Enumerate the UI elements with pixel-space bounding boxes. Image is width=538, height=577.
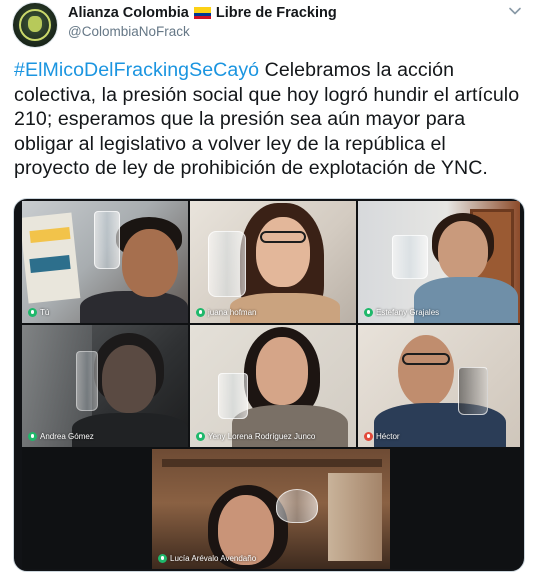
microphone-icon [364, 308, 373, 317]
avatar-logo-figure [28, 16, 42, 32]
video-call-grid: Tú juana hofman Estefany Grajales Andrea… [22, 201, 520, 569]
microphone-icon [28, 308, 37, 317]
microphone-icon [28, 432, 37, 441]
participant-name: Héctor [376, 432, 400, 441]
participant-label: juana hofman [196, 308, 256, 317]
person-face [256, 217, 310, 287]
raised-glass [94, 211, 120, 269]
person-face [256, 337, 308, 405]
person-face [122, 229, 178, 297]
raised-glass [76, 351, 98, 411]
person-face [102, 345, 156, 413]
user-handle[interactable]: @ColombiaNoFrack [68, 23, 337, 41]
ceiling-beam [162, 459, 382, 467]
raised-glass [458, 367, 488, 415]
wine-glass [276, 489, 318, 523]
participant-label: Andrea Gómez [28, 432, 94, 441]
tweet: Alianza Colombia Libre de Fracking @Colo… [0, 0, 538, 577]
participant-label: Lucía Arévalo Avendaño [158, 554, 256, 563]
tweet-text: #ElMicoDelFrackingSeCayó Celebramos la a… [14, 58, 526, 181]
display-name-part-1: Alianza Colombia [68, 5, 189, 21]
participant-label: Tú [28, 308, 49, 317]
chevron-down-icon[interactable] [508, 4, 522, 18]
person-body [72, 413, 188, 447]
participant-tile: Tú [22, 201, 188, 323]
hashtag-link[interactable]: #ElMicoDelFrackingSeCayó [14, 59, 259, 81]
eyeglasses [402, 353, 450, 365]
participant-label: Estefany Grajales [364, 308, 439, 317]
microphone-muted-icon [364, 432, 373, 441]
participant-tile: Yeny Lorena Rodríguez Junco [190, 325, 356, 447]
staircase [328, 473, 382, 561]
participant-tile: Estefany Grajales [358, 201, 520, 323]
display-name-part-2: Libre de Fracking [215, 5, 337, 21]
display-name[interactable]: Alianza Colombia Libre de Fracking [68, 4, 337, 22]
raised-glass [218, 373, 248, 419]
participant-label: Yeny Lorena Rodríguez Junco [196, 432, 315, 441]
participant-label: Héctor [364, 432, 400, 441]
participant-tile: Héctor [358, 325, 520, 447]
colombia-flag-icon [193, 7, 211, 19]
eyeglasses [260, 231, 306, 243]
participant-name: Lucía Arévalo Avendaño [170, 554, 257, 563]
participant-tile: Lucía Arévalo Avendaño [152, 449, 390, 569]
participant-name: Andrea Gómez [40, 432, 94, 441]
participant-name: Estefany Grajales [376, 308, 440, 317]
raised-glass [392, 235, 428, 279]
microphone-icon [158, 554, 167, 563]
person-face [398, 335, 454, 407]
author-block: Alianza Colombia Libre de Fracking @Colo… [68, 4, 337, 41]
tweet-photo[interactable]: Tú juana hofman Estefany Grajales Andrea… [13, 198, 525, 572]
raised-jar [208, 231, 246, 297]
participant-tile: juana hofman [190, 201, 356, 323]
participant-name: Tú [40, 308, 50, 317]
person-body [80, 291, 188, 323]
participant-name: juana hofman [208, 308, 257, 317]
participant-name: Yeny Lorena Rodríguez Junco [208, 432, 316, 441]
microphone-icon [196, 432, 205, 441]
avatar[interactable] [12, 2, 58, 48]
person-face [438, 221, 488, 281]
participant-tile: Andrea Gómez [22, 325, 188, 447]
microphone-icon [196, 308, 205, 317]
